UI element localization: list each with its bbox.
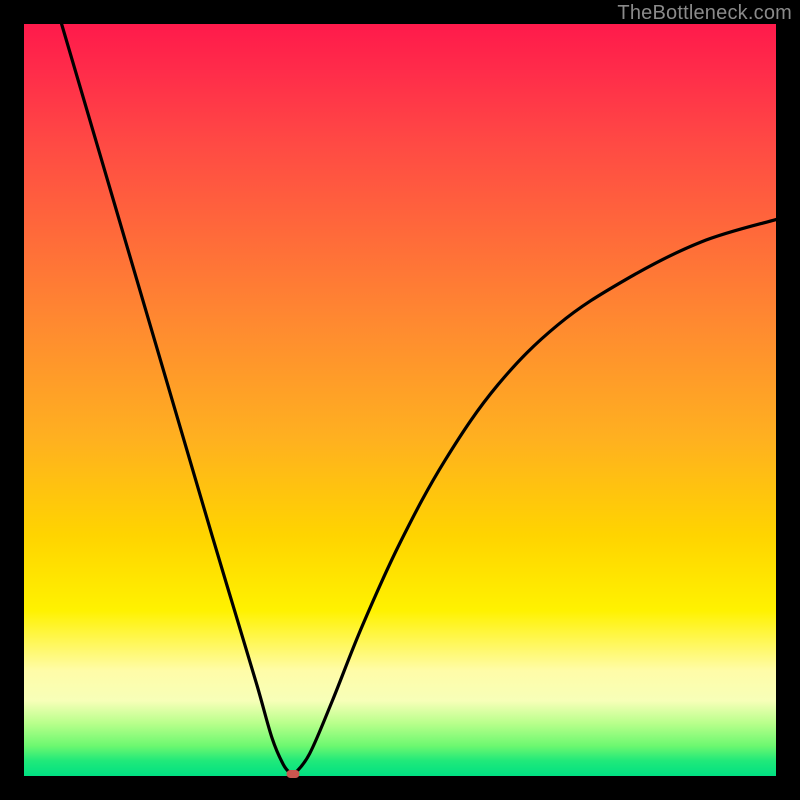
chart-frame: TheBottleneck.com — [0, 0, 800, 800]
plot-area — [24, 24, 776, 776]
bottleneck-curve — [24, 24, 776, 776]
watermark-text: TheBottleneck.com — [617, 2, 792, 25]
minimum-marker — [287, 770, 300, 778]
